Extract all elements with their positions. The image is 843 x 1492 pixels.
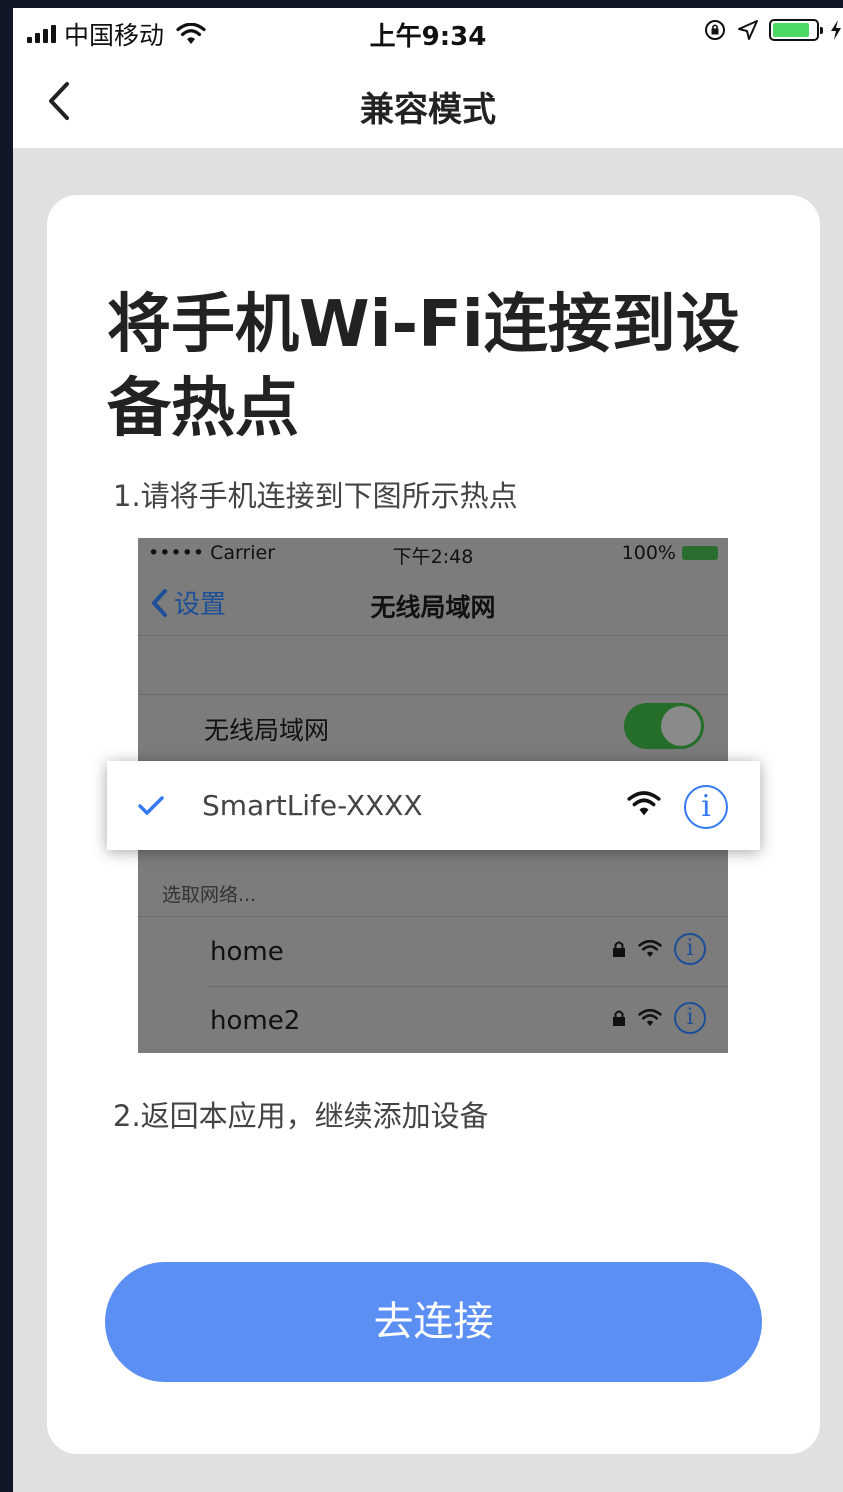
illustration-section-label: 选取网络... xyxy=(162,884,257,906)
go-connect-button[interactable]: 去连接 xyxy=(105,1262,762,1382)
illustration-wlan-row: 无线局域网 xyxy=(138,694,728,754)
instruction-heading: 将手机Wi-Fi连接到设备热点 xyxy=(107,288,740,446)
step-1-text: 1.请将手机连接到下图所示热点 xyxy=(113,479,518,513)
illustration-network-row: home i xyxy=(138,916,728,986)
location-icon xyxy=(738,20,758,40)
illustration-battery-percent: 100% xyxy=(621,542,676,564)
page-title: 兼容模式 xyxy=(360,90,496,130)
checkmark-icon xyxy=(138,796,164,815)
lock-icon xyxy=(613,941,625,957)
orientation-lock-icon xyxy=(705,20,725,40)
illustration-status-bar: ••••• Carrier 下午2:48 100% xyxy=(138,538,728,570)
charging-icon xyxy=(831,20,841,40)
selected-hotspot-row: SmartLife-XXXX i xyxy=(107,761,760,850)
illustration-network-row: home2 i xyxy=(138,986,728,1053)
hotspot-wifi-icon xyxy=(627,791,661,816)
hotspot-info-icon: i xyxy=(684,785,728,829)
illustration-info-icon: i xyxy=(674,933,706,965)
illustration-info-icon: i xyxy=(674,1002,706,1034)
app-screen: 中国移动 上午9:34 兼容模式 将手机Wi-Fi连接到设备热点 1.请将手机连… xyxy=(13,8,843,1492)
illustration-wifi-icon xyxy=(638,940,662,957)
illustration-network-name: home2 xyxy=(210,1006,301,1036)
step-2-text: 2.返回本应用，继续添加设备 xyxy=(113,1099,489,1133)
instruction-card: 将手机Wi-Fi连接到设备热点 1.请将手机连接到下图所示热点 ••••• Ca… xyxy=(47,195,820,1454)
status-bar: 中国移动 上午9:34 xyxy=(13,8,843,56)
illustration-nav: 设置 无线局域网 xyxy=(138,570,728,636)
illustration-network-name: home xyxy=(210,937,284,967)
illustration-wifi-icon xyxy=(638,1009,662,1026)
illustration-title: 无线局域网 xyxy=(370,593,496,622)
illustration-wlan-toggle xyxy=(624,703,704,749)
lock-icon xyxy=(613,1010,625,1026)
illustration-battery-icon xyxy=(682,546,718,560)
hotspot-ssid: SmartLife-XXXX xyxy=(202,789,423,822)
illustration-wlan-label: 无线局域网 xyxy=(204,716,330,745)
battery-icon xyxy=(769,19,823,41)
nav-bar: 兼容模式 xyxy=(13,56,843,148)
